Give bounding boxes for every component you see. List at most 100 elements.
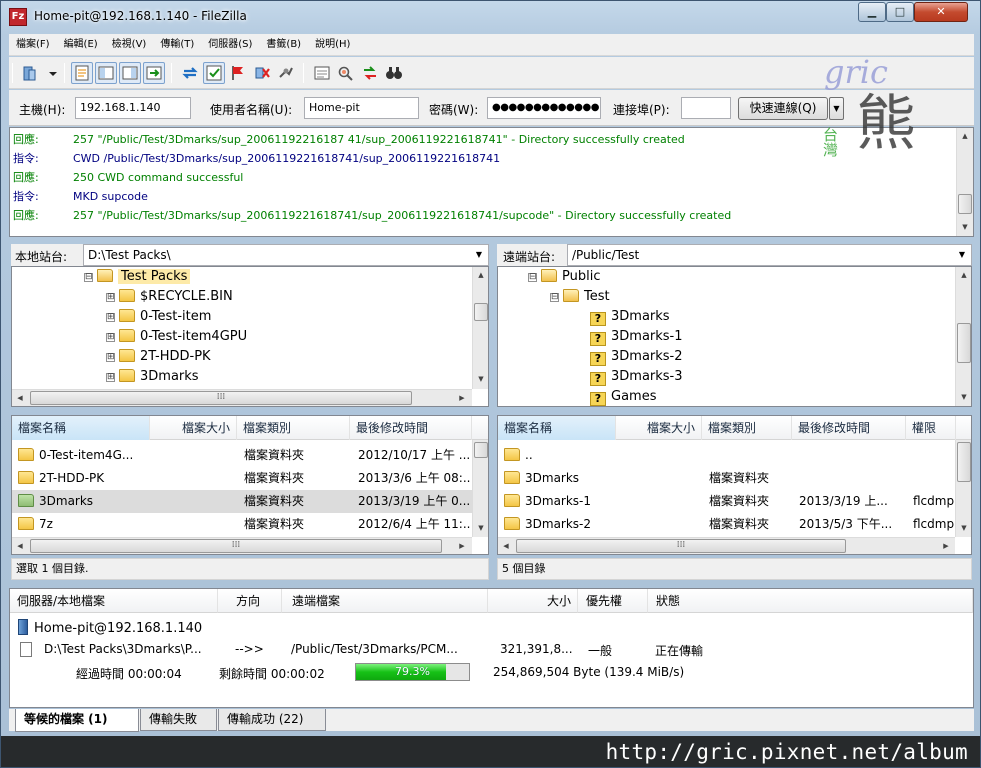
col-filename[interactable]: 檔案名稱 bbox=[12, 416, 150, 440]
remote-tree-pane[interactable]: ⊟ Public ⊟ Test ? 3Dmarks ? 3Dmarks-1 ? 3Dmar… bbox=[497, 266, 972, 407]
close-button[interactable]: ✕ bbox=[914, 2, 968, 22]
log-scroll-thumb[interactable] bbox=[958, 194, 972, 214]
queue-col-priority[interactable]: 優先權 bbox=[578, 589, 648, 613]
col-filesize[interactable]: 檔案大小 bbox=[150, 416, 237, 440]
local-tree-item[interactable]: ⊟ Test Packs bbox=[84, 267, 191, 287]
expand-icon[interactable]: ⊞ bbox=[106, 313, 115, 322]
title-bar[interactable]: Fz Home-pit@192.168.1.140 - FileZilla ▁ … bbox=[1, 1, 980, 33]
remote-tree-vscroll[interactable]: ▲ ▼ bbox=[955, 267, 971, 406]
collapse-icon[interactable]: ⊟ bbox=[84, 273, 93, 282]
scroll-left-icon[interactable]: ◀ bbox=[12, 538, 28, 554]
local-tree-hscroll[interactable]: ◀ ⁞⁞⁞ ▶ bbox=[12, 389, 472, 406]
queue-col-remote[interactable]: 遠端檔案 bbox=[282, 589, 488, 613]
remote-list-vscroll[interactable]: ▼ bbox=[955, 440, 971, 537]
remote-tree-scroll-thumb[interactable] bbox=[957, 323, 971, 363]
col-filetype[interactable]: 檔案類別 bbox=[702, 416, 792, 440]
local-tree-item[interactable]: ⊞ 0-Test-item4GPU bbox=[106, 327, 247, 347]
local-tree-scroll-thumb[interactable] bbox=[474, 303, 488, 321]
local-tree-pane[interactable]: ⊟ Test Packs ⊞ $RECYCLE.BIN ⊞ 0-Test-item ⊞… bbox=[11, 266, 489, 407]
directory-listing-filters-icon[interactable] bbox=[311, 62, 333, 84]
tab-successful-transfers[interactable]: 傳輸成功 (22) bbox=[218, 709, 326, 731]
list-item[interactable]: 2T-HDD-PK 檔案資料夾 2013/3/6 上午 08:... bbox=[12, 467, 472, 490]
quickconnect-button[interactable]: 快速連線(Q) bbox=[738, 97, 828, 120]
local-list-scroll-thumb[interactable] bbox=[474, 442, 488, 458]
toggle-queue-icon[interactable] bbox=[143, 62, 165, 84]
menu-view[interactable]: 檢視(V) bbox=[105, 34, 154, 56]
minimize-button[interactable]: ▁ bbox=[858, 2, 886, 22]
process-queue-icon[interactable] bbox=[203, 62, 225, 84]
remote-tree-item[interactable]: ? 3Dmarks-2 bbox=[590, 347, 683, 367]
expand-icon[interactable]: ⊞ bbox=[106, 293, 115, 302]
local-tree-vscroll[interactable]: ▲ ▼ bbox=[472, 267, 488, 389]
host-input[interactable]: 192.168.1.140 bbox=[75, 97, 191, 119]
port-input[interactable] bbox=[681, 97, 731, 119]
queue-col-size[interactable]: 大小 bbox=[488, 589, 578, 613]
quickconnect-dropdown[interactable]: ▼ bbox=[829, 97, 844, 120]
scroll-down-icon[interactable]: ▼ bbox=[473, 520, 488, 536]
menu-transfer[interactable]: 傳輸(T) bbox=[153, 34, 201, 56]
site-manager-icon[interactable] bbox=[19, 62, 41, 84]
expand-icon[interactable]: ⊞ bbox=[106, 333, 115, 342]
maximize-button[interactable]: □ bbox=[886, 2, 914, 22]
site-manager-dropdown-icon[interactable] bbox=[42, 62, 57, 84]
queue-server-row[interactable]: Home-pit@192.168.1.140 bbox=[18, 619, 202, 636]
menu-server[interactable]: 伺服器(S) bbox=[201, 34, 259, 56]
disconnect-icon[interactable] bbox=[251, 62, 273, 84]
local-tree-item[interactable]: ⊞ $RECYCLE.BIN bbox=[106, 287, 233, 307]
scroll-down-icon[interactable]: ▼ bbox=[956, 520, 971, 536]
scroll-up-icon[interactable]: ▲ bbox=[473, 267, 488, 283]
local-list-hscroll[interactable]: ◀ ⁞⁞⁞ ▶ bbox=[12, 537, 472, 554]
password-input[interactable]: ●●●●●●●●●●●●● bbox=[487, 97, 601, 119]
local-tree-item[interactable]: ⊞ 2T-HDD-PK bbox=[106, 347, 211, 367]
queue-file-row[interactable]: D:\Test Packs\3Dmarks\P... -->> /Public/… bbox=[18, 642, 968, 662]
toggle-remote-tree-icon[interactable] bbox=[119, 62, 141, 84]
toggle-local-tree-icon[interactable] bbox=[95, 62, 117, 84]
col-modified[interactable]: 最後修改時間 bbox=[350, 416, 472, 440]
queue-col-direction[interactable]: 方向 bbox=[218, 589, 282, 613]
queue-col-status[interactable]: 狀態 bbox=[648, 589, 973, 613]
local-list-vscroll[interactable]: ▼ bbox=[472, 440, 488, 537]
remote-tree-item[interactable]: ? Games bbox=[590, 387, 656, 406]
scroll-right-icon[interactable]: ▶ bbox=[454, 390, 470, 406]
message-log[interactable]: 回應: 257 "/Public/Test/3Dmarks/sup_2006119… bbox=[9, 127, 974, 237]
log-scrollbar[interactable]: ▲ ▼ bbox=[956, 128, 973, 236]
list-item[interactable]: 3Dmarks-1 檔案資料夾 2013/3/19 上... flcdmp bbox=[498, 490, 956, 513]
list-item-selected[interactable]: 3Dmarks 檔案資料夾 2013/3/19 上午 0... bbox=[12, 490, 472, 513]
menu-edit[interactable]: 編輯(E) bbox=[57, 34, 105, 56]
search-binoculars-icon[interactable] bbox=[383, 62, 405, 84]
local-file-list[interactable]: 檔案名稱 檔案大小 檔案類別 最後修改時間 0-Test-item4G... 檔… bbox=[11, 415, 489, 555]
cancel-operation-icon[interactable] bbox=[227, 62, 249, 84]
tab-failed-transfers[interactable]: 傳輸失敗 bbox=[140, 709, 217, 731]
transfer-queue[interactable]: 伺服器/本地檔案 方向 遠端檔案 大小 優先權 狀態 Home-pit@192.… bbox=[9, 588, 974, 708]
collapse-icon[interactable]: ⊟ bbox=[528, 273, 537, 282]
col-modified[interactable]: 最後修改時間 bbox=[792, 416, 906, 440]
reconnect-icon[interactable] bbox=[275, 62, 297, 84]
synchronized-browsing-icon[interactable] bbox=[359, 62, 381, 84]
list-item[interactable]: .. bbox=[498, 444, 956, 467]
scroll-down-icon[interactable]: ▼ bbox=[957, 219, 973, 235]
compare-directories-icon[interactable] bbox=[335, 62, 357, 84]
local-tree-item[interactable]: ⊞ 3Dmarks bbox=[106, 367, 199, 387]
menu-file[interactable]: 檔案(F) bbox=[9, 34, 57, 56]
col-filetype[interactable]: 檔案類別 bbox=[237, 416, 350, 440]
expand-icon[interactable]: ⊞ bbox=[106, 373, 115, 382]
scroll-right-icon[interactable]: ▶ bbox=[454, 538, 470, 554]
remote-list-hscroll-thumb[interactable]: ⁞⁞⁞ bbox=[516, 539, 846, 553]
expand-icon[interactable]: ⊞ bbox=[106, 353, 115, 362]
col-filename[interactable]: 檔案名稱 bbox=[498, 416, 616, 440]
scroll-up-icon[interactable]: ▲ bbox=[956, 267, 971, 283]
scroll-right-icon[interactable]: ▶ bbox=[938, 538, 954, 554]
remote-list-scroll-thumb[interactable] bbox=[957, 442, 971, 482]
scroll-down-icon[interactable]: ▼ bbox=[956, 389, 971, 405]
remote-tree-item[interactable]: ? 3Dmarks-1 bbox=[590, 327, 683, 347]
chevron-down-icon[interactable]: ▼ bbox=[472, 245, 486, 265]
toggle-log-icon[interactable] bbox=[71, 62, 93, 84]
remote-file-list[interactable]: 檔案名稱 檔案大小 檔案類別 最後修改時間 權限 .. 3Dmarks 檔案資料… bbox=[497, 415, 972, 555]
menu-bookmarks[interactable]: 書籤(B) bbox=[259, 34, 308, 56]
username-input[interactable]: Home-pit bbox=[304, 97, 419, 119]
remote-tree-item[interactable]: ⊟ Public bbox=[528, 267, 600, 287]
remote-tree-item[interactable]: ? 3Dmarks-3 bbox=[590, 367, 683, 387]
remote-site-combo[interactable]: /Public/Test ▼ bbox=[567, 244, 972, 266]
remote-list-hscroll[interactable]: ◀ ⁞⁞⁞ ▶ bbox=[498, 537, 955, 554]
col-filesize[interactable]: 檔案大小 bbox=[616, 416, 702, 440]
